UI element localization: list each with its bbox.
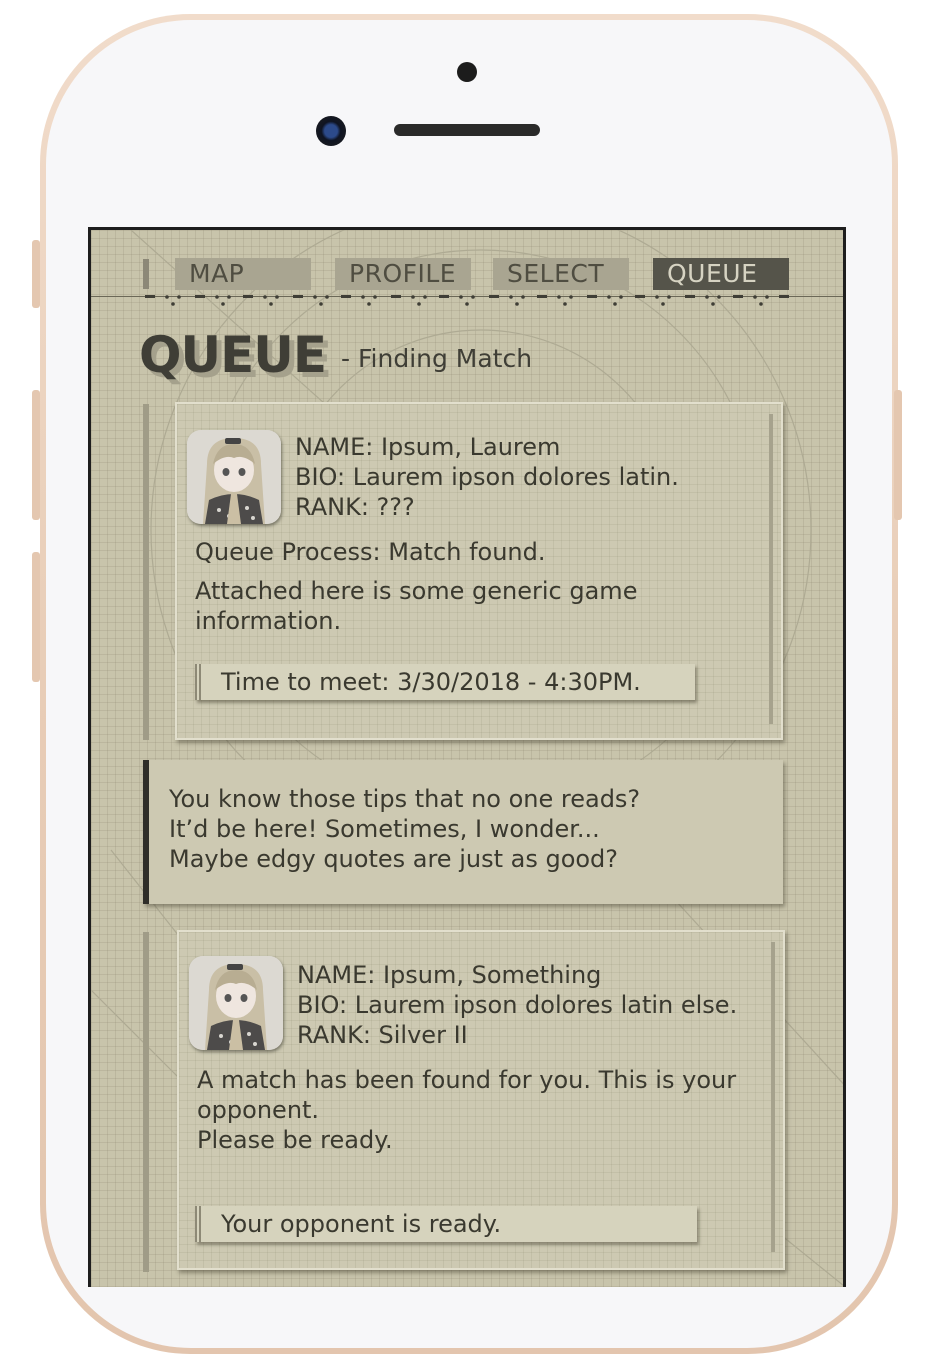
proximity-sensor: [457, 62, 477, 82]
card-edge-line: [771, 942, 775, 1252]
ready-prompt-text: Please be ready.: [197, 1126, 393, 1154]
tab-map[interactable]: MAP: [175, 258, 311, 290]
queue-status-text: Queue Process: Match found.: [195, 538, 546, 566]
anime-girl-avatar-icon: [189, 956, 283, 1050]
opponent-text: opponent.: [197, 1096, 320, 1124]
tab-map-label: MAP: [189, 259, 245, 288]
card-edge-line: [769, 414, 773, 724]
match-card: NAME: Ipsum, Laurem BIO: Laurem ipson do…: [175, 402, 783, 740]
match-found-text: A match has been found for you. This is …: [197, 1066, 737, 1094]
app-screen: MAP PROFILE SELECT QUEUE QUEUE - Finding…: [88, 227, 846, 1287]
player-rank: RANK: ???: [295, 493, 415, 521]
info-text-line-2: information.: [195, 607, 342, 635]
info-text-line-1: Attached here is some generic game: [195, 577, 638, 605]
meet-time-label: Time to meet: 3/30/2018 - 4:30PM.: [195, 664, 695, 700]
nav-dots-decoration: [145, 295, 789, 306]
front-camera: [316, 116, 346, 146]
page-subtitle: - Finding Match: [341, 344, 533, 373]
volume-down-button: [32, 552, 40, 682]
opponent-rank: RANK: Silver II: [297, 1021, 468, 1049]
power-button: [894, 390, 902, 520]
card-side-bar: [143, 932, 149, 1272]
opponent-bio: BIO: Laurem ipson dolores latin else.: [297, 991, 738, 1019]
player-avatar: [187, 430, 281, 524]
page-title: QUEUE: [139, 326, 327, 384]
player-bio: BIO: Laurem ipson dolores latin.: [295, 463, 679, 491]
mute-switch: [32, 240, 40, 308]
player-name: NAME: Ipsum, Laurem: [295, 433, 561, 461]
tab-select[interactable]: SELECT: [493, 258, 629, 290]
tip-line-1: You know those tips that no one reads?: [169, 785, 641, 813]
tab-queue-label: QUEUE: [667, 259, 758, 288]
nav-start-marker: [143, 259, 149, 289]
tab-select-label: SELECT: [507, 259, 605, 288]
tab-queue[interactable]: QUEUE: [653, 258, 789, 290]
opponent-ready-label: Your opponent is ready.: [195, 1206, 697, 1242]
opponent-avatar: [189, 956, 283, 1050]
opponent-card: NAME: Ipsum, Something BIO: Laurem ipson…: [177, 930, 785, 1270]
tip-box: You know those tips that no one reads? I…: [143, 760, 783, 904]
anime-girl-avatar-icon: [187, 430, 281, 524]
card-side-bar: [143, 404, 149, 740]
tip-line-3: Maybe edgy quotes are just as good?: [169, 845, 619, 873]
opponent-name: NAME: Ipsum, Something: [297, 961, 602, 989]
volume-up-button: [32, 390, 40, 520]
tab-profile[interactable]: PROFILE: [335, 258, 471, 290]
earpiece-speaker: [394, 124, 540, 136]
tip-line-2: It’d be here! Sometimes, I wonder...: [169, 815, 600, 843]
tab-profile-label: PROFILE: [349, 259, 457, 288]
